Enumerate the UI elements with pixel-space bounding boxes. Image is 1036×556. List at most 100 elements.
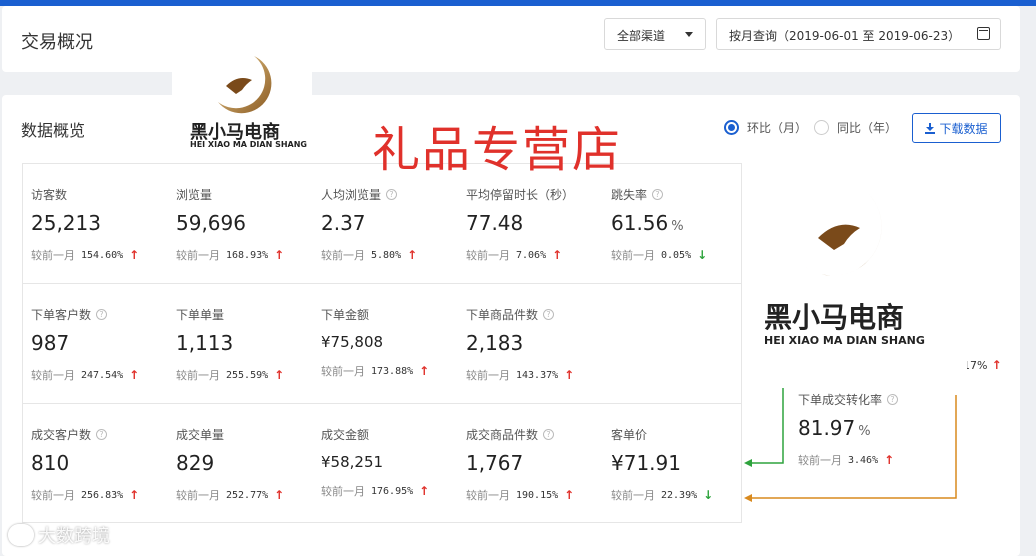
green-arrowhead — [744, 459, 752, 467]
radio-mom[interactable]: 环比（月） — [724, 119, 807, 136]
compare-label: 较前一月 — [31, 249, 75, 262]
caret-down-icon — [685, 32, 693, 37]
arrow-down-icon: ↓ — [703, 488, 714, 502]
metric-cell: 平均停留时长（秒） 77.48 较前一月 7.06% ↑ — [466, 186, 606, 263]
metric-label: 下单单量 — [176, 308, 225, 322]
metric-cell: 下单商品件数? 2,183 较前一月 143.37% ↑ — [466, 306, 606, 383]
help-icon[interactable]: ? — [96, 429, 108, 440]
arrow-up-icon: ↑ — [564, 488, 575, 502]
arrow-up-icon: ↑ — [419, 484, 430, 498]
metric-label: 人均浏览量 — [321, 188, 382, 202]
metric-label: 访客数 — [31, 188, 68, 202]
calendar-icon — [977, 27, 990, 40]
metric-change: 252.77% — [226, 489, 269, 501]
metric-label: 成交客户数 — [31, 428, 92, 442]
metric-value: ¥58,251 — [321, 453, 384, 471]
metric-label: 跳失率 — [611, 188, 648, 202]
store-name-overlay: 礼品专营店 — [372, 122, 623, 178]
help-icon[interactable]: ? — [543, 309, 555, 320]
download-label: 下载数据 — [939, 121, 988, 136]
metric-value: 1,113 — [176, 331, 234, 355]
metric-label: 下单客户数 — [31, 308, 92, 322]
radio-checked-icon — [724, 120, 739, 135]
radio-unchecked-icon — [814, 120, 829, 135]
arrow-up-icon: ↑ — [129, 248, 140, 262]
row-divider — [22, 283, 742, 284]
metric-cell: 下单单量 1,113 较前一月 255.59% ↑ — [176, 306, 316, 383]
help-icon[interactable]: ? — [96, 309, 108, 320]
logo-cn: 黑小马电商 — [764, 301, 905, 334]
flow-arrows — [744, 388, 957, 502]
compare-label: 较前一月 — [611, 249, 655, 262]
watermark-logo-icon — [8, 524, 34, 546]
row-divider — [22, 403, 742, 404]
compare-label: 较前一月 — [321, 365, 365, 378]
compare-label: 较前一月 — [31, 369, 75, 382]
metric-label: 下单金额 — [321, 308, 370, 322]
metric-value: 1,767 — [466, 451, 524, 475]
metric-change: 22.39% — [661, 489, 698, 501]
logo-en: HEI XIAO MA DIAN SHANG — [190, 140, 307, 149]
download-icon — [925, 122, 936, 134]
arrow-up-icon: ↑ — [129, 368, 140, 382]
metric-cell: 下单金额 ¥75,808 较前一月 173.88% ↑ — [321, 306, 461, 379]
moon-horse-logo-icon — [804, 188, 882, 276]
radio-yoy[interactable]: 同比（年） — [814, 119, 897, 136]
metric-change: 143.37% — [516, 369, 559, 381]
brand-logo-large: 黑小马电商 HEI XIAO MA DIAN SHANG — [752, 172, 967, 382]
compare-label: 较前一月 — [321, 485, 365, 498]
moon-horse-logo-icon — [218, 56, 272, 114]
compare-label: 较前一月 — [176, 489, 220, 502]
metric-cell: 访客数 25,213 较前一月 154.60% ↑ — [31, 186, 171, 263]
metric-label: 成交商品件数 — [466, 428, 539, 442]
compare-label: 较前一月 — [466, 249, 510, 262]
metric-change: 173.88% — [371, 365, 414, 377]
metric-label: 成交金额 — [321, 428, 370, 442]
date-range-value: 按月查询（2019-06-01 至 2019-06-23） — [729, 29, 961, 43]
compare-label: 较前一月 — [176, 249, 220, 262]
arrow-up-icon: ↑ — [407, 248, 418, 262]
arrow-up-icon: ↑ — [564, 368, 575, 382]
radio-mom-label: 环比（月） — [747, 121, 808, 135]
metric-value: 2,183 — [466, 331, 524, 355]
date-range-picker[interactable]: 按月查询（2019-06-01 至 2019-06-23） — [716, 18, 1001, 50]
metric-value: 2.37 — [321, 211, 366, 235]
metric-change: 168.93% — [226, 249, 269, 261]
metric-value: 77.48 — [466, 211, 524, 235]
compare-label: 较前一月 — [466, 369, 510, 382]
arrow-up-icon: ↑ — [552, 248, 563, 262]
compare-label: 较前一月 — [611, 489, 655, 502]
download-button[interactable]: 下载数据 — [912, 113, 1001, 143]
help-icon[interactable]: ? — [652, 189, 664, 200]
channel-select[interactable]: 全部渠道 — [604, 18, 706, 50]
help-icon[interactable]: ? — [386, 189, 398, 200]
orange-flow-arrow — [748, 395, 957, 499]
metric-change: 176.95% — [371, 485, 414, 497]
metric-change: 190.15% — [516, 489, 559, 501]
brand-logo-small: 黑小马电商 HEI XIAO MA DIAN SHANG — [172, 56, 312, 162]
metric-change: 247.54% — [81, 369, 124, 381]
metric-change: 0.05% — [661, 249, 692, 261]
arrow-up-icon: ↑ — [129, 488, 140, 502]
metric-value: 829 — [176, 451, 215, 475]
metric-change: 7.06% — [516, 249, 547, 261]
metric-change: 154.60% — [81, 249, 124, 261]
arrow-up-icon: ↑ — [274, 368, 285, 382]
metric-change: 256.83% — [81, 489, 124, 501]
metric-cell: 成交金额 ¥58,251 较前一月 176.95% ↑ — [321, 426, 461, 499]
arrow-up-icon: ↑ — [987, 358, 1002, 372]
watermark: 大数跨境 — [8, 522, 110, 548]
metric-label: 下单商品件数 — [466, 308, 539, 322]
metric-value: 987 — [31, 331, 70, 355]
metric-value: 61.56 — [611, 211, 669, 235]
metric-value: 25,213 — [31, 211, 101, 235]
compare-label: 较前一月 — [466, 489, 510, 502]
arrow-up-icon: ↑ — [274, 488, 285, 502]
metric-cell: 客单价 ¥71.91 较前一月 22.39% ↓ — [611, 426, 751, 503]
metric-cell: 下单客户数? 987 较前一月 247.54% ↑ — [31, 306, 171, 383]
logo-en: HEI XIAO MA DIAN SHANG — [764, 334, 925, 347]
metric-value: ¥75,808 — [321, 333, 384, 351]
orange-arrowhead — [744, 494, 752, 502]
metric-unit: % — [671, 219, 684, 234]
help-icon[interactable]: ? — [543, 429, 555, 440]
